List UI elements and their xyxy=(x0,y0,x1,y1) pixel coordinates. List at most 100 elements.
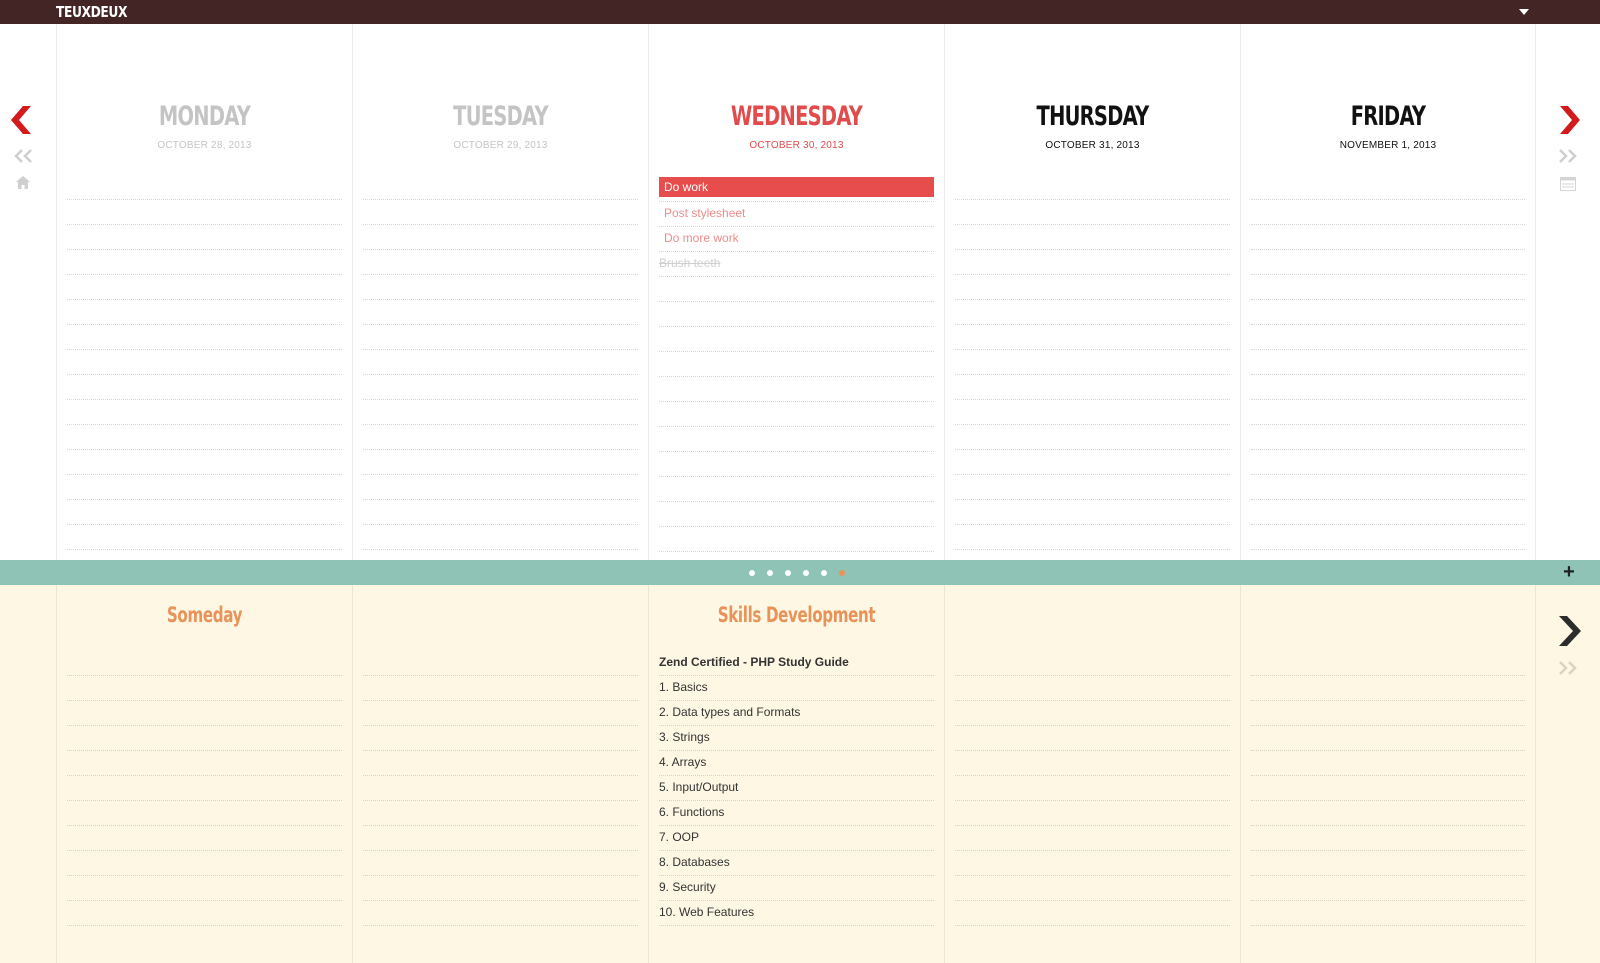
list-item[interactable]: 7. OOP xyxy=(659,826,934,848)
list-row[interactable] xyxy=(363,751,638,776)
page-dot[interactable] xyxy=(785,570,791,576)
calendar-icon[interactable] xyxy=(1560,177,1576,191)
task-row[interactable] xyxy=(363,400,638,425)
list-row[interactable] xyxy=(1251,751,1525,776)
page-dot[interactable] xyxy=(767,570,773,576)
task-row[interactable] xyxy=(659,502,934,527)
task-row[interactable] xyxy=(363,200,638,225)
task-row[interactable] xyxy=(363,250,638,275)
double-chevron-right-icon[interactable] xyxy=(1558,149,1578,163)
account-menu-dropdown-icon[interactable] xyxy=(1516,4,1532,20)
list-item[interactable]: Zend Certified - PHP Study Guide xyxy=(659,651,934,673)
task-row[interactable] xyxy=(659,527,934,552)
double-chevron-left-icon[interactable] xyxy=(13,149,33,163)
task-row[interactable] xyxy=(955,325,1230,350)
list-row[interactable] xyxy=(67,826,342,851)
task-row[interactable] xyxy=(1251,350,1525,375)
list-row[interactable] xyxy=(363,851,638,876)
list-row[interactable] xyxy=(67,726,342,751)
task-row[interactable] xyxy=(955,225,1230,250)
list-row[interactable] xyxy=(67,901,342,926)
task-row[interactable] xyxy=(67,400,342,425)
page-dot[interactable] xyxy=(821,570,827,576)
list-row[interactable] xyxy=(1251,901,1525,926)
task-row[interactable] xyxy=(1251,300,1525,325)
list-row[interactable] xyxy=(67,801,342,826)
list-item[interactable]: 6. Functions xyxy=(659,801,934,823)
list-row[interactable]: 9. Security xyxy=(659,876,934,901)
task-row[interactable] xyxy=(659,302,934,327)
list-row[interactable] xyxy=(1251,726,1525,751)
page-dot[interactable] xyxy=(839,570,845,576)
task-row[interactable] xyxy=(955,375,1230,400)
list-row[interactable] xyxy=(1251,776,1525,801)
task-item[interactable]: Do more work xyxy=(659,227,934,249)
list-row[interactable]: Zend Certified - PHP Study Guide xyxy=(659,651,934,676)
list-title[interactable]: Someday xyxy=(98,603,310,627)
task-row[interactable] xyxy=(659,352,934,377)
task-item[interactable]: Do work xyxy=(659,177,934,197)
task-row[interactable] xyxy=(955,500,1230,525)
task-row[interactable] xyxy=(67,225,342,250)
task-row[interactable] xyxy=(1251,325,1525,350)
list-row[interactable]: 8. Databases xyxy=(659,851,934,876)
list-item[interactable]: 3. Strings xyxy=(659,726,934,748)
list-row[interactable] xyxy=(363,876,638,901)
task-row[interactable] xyxy=(67,450,342,475)
list-item[interactable]: 10. Web Features xyxy=(659,901,934,923)
task-row[interactable] xyxy=(955,200,1230,225)
list-row[interactable] xyxy=(363,701,638,726)
task-row[interactable] xyxy=(363,225,638,250)
task-row[interactable] xyxy=(67,175,342,200)
task-row[interactable] xyxy=(363,375,638,400)
task-row[interactable] xyxy=(955,250,1230,275)
task-row[interactable] xyxy=(1251,425,1525,450)
task-row[interactable] xyxy=(659,377,934,402)
task-row[interactable] xyxy=(67,500,342,525)
app-logo[interactable]: TEUXDEUX xyxy=(56,3,127,21)
task-row[interactable] xyxy=(955,425,1230,450)
task-row[interactable] xyxy=(67,250,342,275)
task-row[interactable] xyxy=(363,500,638,525)
task-row[interactable]: Post stylesheet xyxy=(659,202,934,227)
list-row[interactable] xyxy=(955,901,1230,926)
task-row[interactable] xyxy=(659,277,934,302)
list-row[interactable] xyxy=(955,876,1230,901)
task-row[interactable] xyxy=(1251,250,1525,275)
chevron-right-icon[interactable] xyxy=(1555,616,1583,646)
task-row[interactable] xyxy=(955,300,1230,325)
list-row[interactable] xyxy=(67,851,342,876)
list-row[interactable] xyxy=(67,701,342,726)
list-row[interactable] xyxy=(955,826,1230,851)
list-title[interactable]: Skills Development xyxy=(690,603,902,627)
task-row[interactable]: Do more work xyxy=(659,227,934,252)
list-row[interactable] xyxy=(363,651,638,676)
task-row[interactable] xyxy=(659,452,934,477)
task-row[interactable] xyxy=(67,475,342,500)
task-row[interactable]: Do work xyxy=(659,177,934,202)
list-row[interactable]: 2. Data types and Formats xyxy=(659,701,934,726)
task-row[interactable] xyxy=(67,200,342,225)
list-row[interactable] xyxy=(67,776,342,801)
list-item[interactable]: 9. Security xyxy=(659,876,934,898)
list-row[interactable]: 6. Functions xyxy=(659,801,934,826)
list-item[interactable]: 5. Input/Output xyxy=(659,776,934,798)
task-row[interactable] xyxy=(67,275,342,300)
task-row[interactable] xyxy=(363,175,638,200)
list-row[interactable] xyxy=(1251,876,1525,901)
list-row[interactable] xyxy=(955,651,1230,676)
task-row[interactable] xyxy=(955,525,1230,550)
chevron-left-icon[interactable] xyxy=(9,106,37,134)
list-item[interactable]: 2. Data types and Formats xyxy=(659,701,934,723)
list-row[interactable] xyxy=(67,651,342,676)
task-row[interactable] xyxy=(659,477,934,502)
task-row[interactable] xyxy=(1251,450,1525,475)
list-row[interactable]: 5. Input/Output xyxy=(659,776,934,801)
task-row[interactable] xyxy=(955,400,1230,425)
list-row[interactable] xyxy=(1251,676,1525,701)
list-row[interactable] xyxy=(955,676,1230,701)
list-row[interactable] xyxy=(67,876,342,901)
task-row[interactable] xyxy=(1251,475,1525,500)
task-row[interactable] xyxy=(363,300,638,325)
task-row[interactable] xyxy=(1251,375,1525,400)
